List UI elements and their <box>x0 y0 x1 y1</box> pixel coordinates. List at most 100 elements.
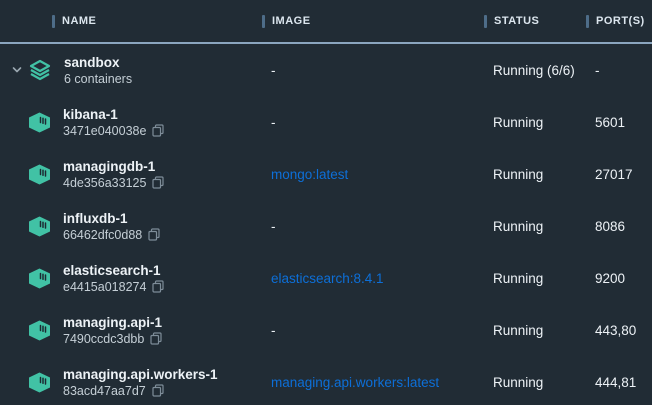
table-row[interactable]: sandbox 6 containers - Running (6/6) - <box>0 44 652 96</box>
column-separator <box>484 15 487 28</box>
image-cell: elasticsearch:8.4.1 <box>262 271 484 286</box>
container-cube-icon <box>28 164 51 185</box>
container-subtext: 83acd47aa7d7 <box>63 384 218 398</box>
container-name[interactable]: managingdb-1 <box>63 159 164 174</box>
name-cell: managing.api-1 7490ccdc3dbb <box>0 304 262 356</box>
ports-text: 443,80 <box>595 323 636 338</box>
image-cell: - <box>262 323 484 338</box>
table-row[interactable]: influxdb-1 66462dfc0d88 - Running 8086 <box>0 200 652 252</box>
column-header-ports-label: PORT(S) <box>596 15 645 27</box>
name-cell: elasticsearch-1 e4415a018274 <box>0 252 262 304</box>
container-cube-icon <box>28 372 51 393</box>
name-block: elasticsearch-1 e4415a018274 <box>63 263 164 294</box>
container-subtext: 66462dfc0d88 <box>63 228 160 242</box>
container-id: 4de356a33125 <box>63 176 146 190</box>
name-block: managing.api-1 7490ccdc3dbb <box>63 315 162 346</box>
status-text: Running (6/6) <box>493 63 575 78</box>
status-text: Running <box>493 219 543 234</box>
container-cube-icon <box>28 320 51 341</box>
table-row[interactable]: managing.api.workers-1 83acd47aa7d7 mana… <box>0 356 652 405</box>
ports-cell: 27017 <box>586 167 652 182</box>
container-id: 7490ccdc3dbb <box>63 332 144 346</box>
copy-icon[interactable] <box>152 124 164 137</box>
status-text: Running <box>493 323 543 338</box>
container-name[interactable]: kibana-1 <box>63 107 164 122</box>
container-id: 6 containers <box>64 72 132 86</box>
status-cell: Running <box>484 323 586 338</box>
copy-icon[interactable] <box>152 384 164 397</box>
container-name[interactable]: managing.api.workers-1 <box>63 367 218 382</box>
status-cell: Running <box>484 375 586 390</box>
container-id: e4415a018274 <box>63 280 146 294</box>
image-name[interactable]: managing.api.workers:latest <box>271 375 439 390</box>
column-header-name: NAME <box>0 15 262 28</box>
container-id: 83acd47aa7d7 <box>63 384 146 398</box>
container-name[interactable]: managing.api-1 <box>63 315 162 330</box>
container-name[interactable]: sandbox <box>64 55 132 70</box>
container-cube-icon <box>28 112 51 133</box>
ports-cell: 5601 <box>586 115 652 130</box>
chevron-down-icon[interactable] <box>11 64 23 76</box>
status-text: Running <box>493 375 543 390</box>
ports-text: 9200 <box>595 271 625 286</box>
copy-icon[interactable] <box>152 176 164 189</box>
table-header: NAME IMAGE STATUS PORT(S) <box>0 0 652 44</box>
container-subtext: e4415a018274 <box>63 280 164 294</box>
ports-text: 27017 <box>595 167 633 182</box>
name-block: managing.api.workers-1 83acd47aa7d7 <box>63 367 218 398</box>
layers-stack-icon <box>28 58 52 82</box>
table-row[interactable]: elasticsearch-1 e4415a018274 elasticsear… <box>0 252 652 304</box>
containers-table: NAME IMAGE STATUS PORT(S) <box>0 0 652 405</box>
container-name[interactable]: influxdb-1 <box>63 211 160 226</box>
table-row[interactable]: managing.api-1 7490ccdc3dbb - Running 4 <box>0 304 652 356</box>
ports-cell: 444,81 <box>586 375 652 390</box>
ports-text: 444,81 <box>595 375 636 390</box>
container-subtext: 7490ccdc3dbb <box>63 332 162 346</box>
column-header-status: STATUS <box>484 15 586 28</box>
status-cell: Running (6/6) <box>484 63 586 78</box>
column-header-image: IMAGE <box>262 15 484 28</box>
column-header-image-label: IMAGE <box>272 15 311 27</box>
image-name: - <box>271 323 276 338</box>
ports-cell: - <box>586 63 652 78</box>
ports-text: 5601 <box>595 115 625 130</box>
ports-text: - <box>595 63 600 78</box>
status-cell: Running <box>484 167 586 182</box>
table-row[interactable]: managingdb-1 4de356a33125 mongo:latest R… <box>0 148 652 200</box>
container-subtext: 3471e040038e <box>63 124 164 138</box>
container-id: 66462dfc0d88 <box>63 228 142 242</box>
ports-cell: 9200 <box>586 271 652 286</box>
column-separator <box>52 15 55 28</box>
status-cell: Running <box>484 271 586 286</box>
image-cell: - <box>262 219 484 234</box>
status-text: Running <box>493 115 543 130</box>
image-cell: managing.api.workers:latest <box>262 375 484 390</box>
image-cell: - <box>262 63 484 78</box>
name-cell: managingdb-1 4de356a33125 <box>0 148 262 200</box>
copy-icon[interactable] <box>148 228 160 241</box>
container-cube-icon <box>28 216 51 237</box>
status-cell: Running <box>484 219 586 234</box>
image-name[interactable]: elasticsearch:8.4.1 <box>271 271 384 286</box>
status-cell: Running <box>484 115 586 130</box>
table-body: sandbox 6 containers - Running (6/6) - <box>0 44 652 405</box>
name-cell: sandbox 6 containers <box>0 44 262 96</box>
container-name[interactable]: elasticsearch-1 <box>63 263 164 278</box>
name-cell: influxdb-1 66462dfc0d88 <box>0 200 262 252</box>
image-name[interactable]: mongo:latest <box>271 167 348 182</box>
copy-icon[interactable] <box>152 280 164 293</box>
container-subtext: 6 containers <box>64 72 132 86</box>
name-cell: managing.api.workers-1 83acd47aa7d7 <box>0 356 262 405</box>
status-text: Running <box>493 167 543 182</box>
container-cube-icon <box>28 268 51 289</box>
copy-icon[interactable] <box>150 332 162 345</box>
ports-cell: 443,80 <box>586 323 652 338</box>
image-name: - <box>271 219 276 234</box>
table-row[interactable]: kibana-1 3471e040038e - Running 5601 <box>0 96 652 148</box>
column-header-ports: PORT(S) <box>586 15 652 28</box>
status-text: Running <box>493 271 543 286</box>
column-header-name-label: NAME <box>62 15 96 27</box>
image-cell: mongo:latest <box>262 167 484 182</box>
name-block: kibana-1 3471e040038e <box>63 107 164 138</box>
ports-text: 8086 <box>595 219 625 234</box>
